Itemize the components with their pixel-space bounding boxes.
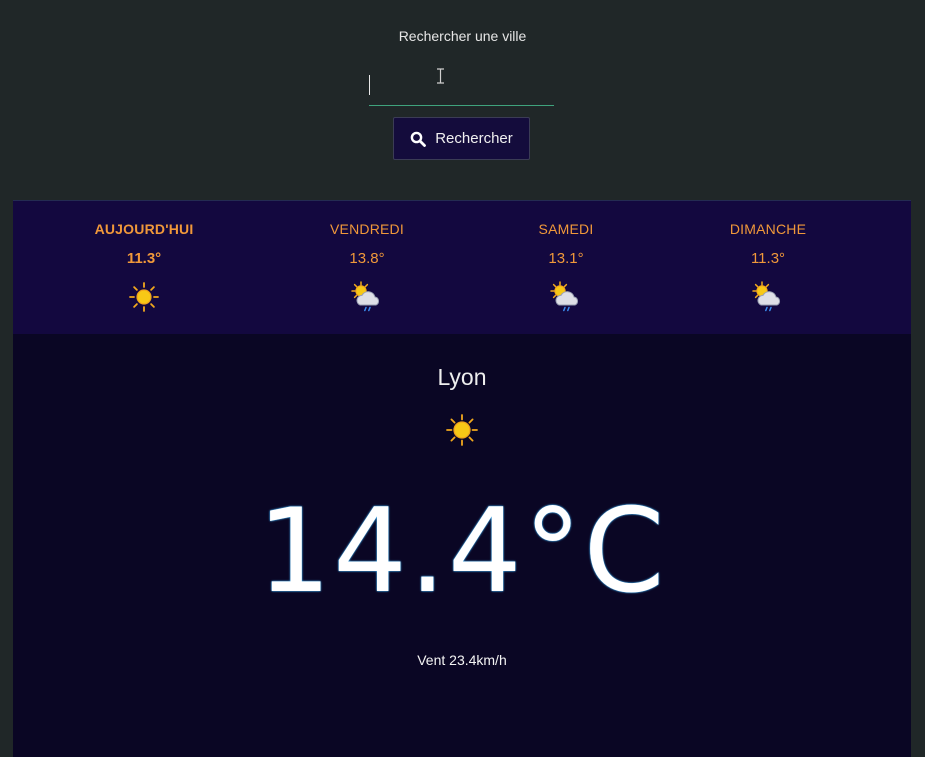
forecast-day-friday: VENDREDI 13.8° (267, 201, 467, 335)
text-caret (369, 75, 370, 95)
sun-icon (446, 414, 478, 446)
search-button[interactable]: Rechercher (393, 117, 530, 160)
sun-icon (129, 282, 159, 312)
city-search-input[interactable] (369, 66, 554, 106)
forecast-day-today: AUJOURD'HUI 11.3° (44, 201, 244, 335)
wind-speed: Vent 23.4km/h (417, 652, 507, 668)
forecast-day-temp: 13.8° (349, 250, 385, 267)
current-weather-panel: Lyon 14.4°C Vent 23.4km/h (13, 334, 911, 757)
search-label: Rechercher une ville (398, 28, 527, 44)
forecast-day-temp: 11.3° (750, 250, 786, 267)
city-name: Lyon (437, 364, 487, 390)
forecast-day-name: VENDREDI (330, 221, 404, 237)
sun-cloud-rain-icon (550, 281, 579, 312)
search-area: Rechercher une ville Rechercher (0, 0, 925, 200)
sun-cloud-rain-icon (752, 281, 781, 312)
current-temperature: 14.4°C (257, 484, 667, 619)
forecast-day-sunday: DIMANCHE 11.3° (668, 201, 868, 335)
forecast-day-temp: 11.3° (126, 250, 162, 267)
sun-cloud-rain-icon (351, 281, 380, 312)
search-button-label: Rechercher (435, 130, 513, 147)
forecast-day-name: DIMANCHE (729, 221, 807, 237)
forecast-day-name: AUJOURD'HUI (94, 221, 194, 237)
forecast-bar: AUJOURD'HUI 11.3° VENDREDI 13.8° SAMEDI … (13, 200, 911, 335)
ibeam-cursor-icon (437, 68, 444, 84)
forecast-day-name: SAMEDI (538, 221, 594, 237)
forecast-day-temp: 13.1° (548, 250, 584, 267)
search-icon (410, 131, 427, 147)
forecast-day-saturday: SAMEDI 13.1° (466, 201, 666, 335)
